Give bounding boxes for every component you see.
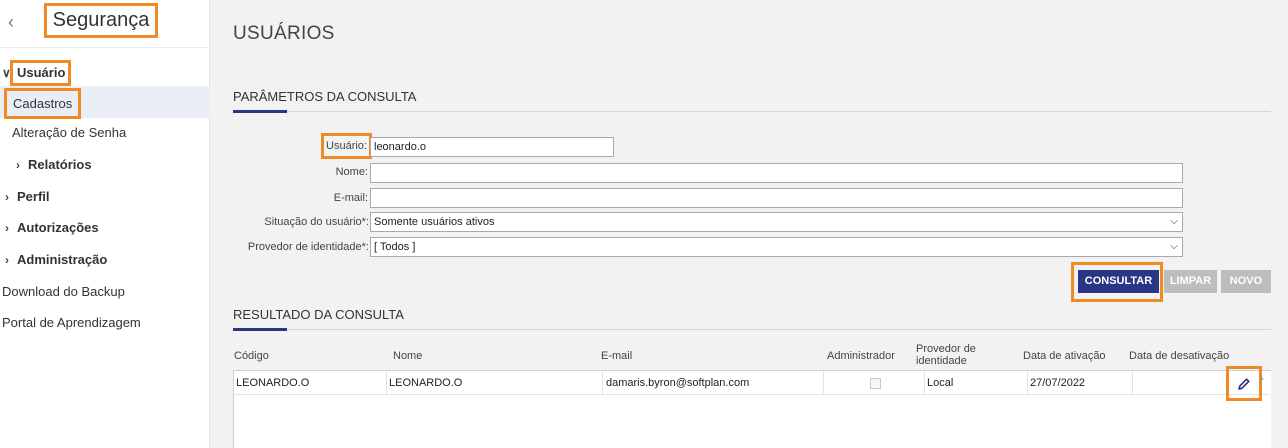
sidebar-item-usuario[interactable]: ∨ Usuário xyxy=(2,60,72,86)
provedor-value: [ Todos ] xyxy=(374,241,416,253)
sidebar-item-label: Perfil xyxy=(17,189,50,204)
cell-data-ativacao: 27/07/2022 xyxy=(1030,377,1086,389)
cell-email: damaris.byron@softplan.com xyxy=(606,377,750,389)
situacao-select[interactable]: Somente usuários ativos ⌵ xyxy=(370,212,1183,232)
limpar-button[interactable]: LIMPAR xyxy=(1164,270,1217,293)
sidebar-item-label: Autorizações xyxy=(17,220,99,235)
edit-button[interactable] xyxy=(1226,366,1262,401)
situacao-value: Somente usuários ativos xyxy=(374,216,495,228)
cell-nome: LEONARDO.O xyxy=(389,377,463,389)
chevron-right-icon: › xyxy=(5,253,9,267)
administrador-checkbox[interactable] xyxy=(870,378,881,389)
scroll-up-icon[interactable]: ▴ xyxy=(1259,372,1264,383)
header-data-ativacao[interactable]: Data de ativação xyxy=(1023,350,1106,362)
email-input[interactable] xyxy=(370,188,1183,208)
pencil-icon xyxy=(1238,378,1250,390)
sidebar-header: ‹ Segurança xyxy=(0,0,210,48)
sidebar-item-download-backup[interactable]: Download do Backup xyxy=(2,283,125,301)
usuario-input[interactable]: leonardo.o xyxy=(370,137,614,157)
chevron-right-icon: › xyxy=(16,158,20,172)
results-section-title: RESULTADO DA CONSULTA xyxy=(233,307,404,322)
sidebar-item-label: Administração xyxy=(17,252,108,267)
sidebar-item-autorizacoes[interactable]: › Autorizações xyxy=(5,219,99,237)
params-section-title: PARÂMETROS DA CONSULTA xyxy=(233,89,417,104)
section-accent xyxy=(233,328,287,331)
header-administrador[interactable]: Administrador xyxy=(827,350,895,362)
header-provedor[interactable]: Provedor de identidade xyxy=(916,343,976,367)
divider xyxy=(823,371,824,395)
sidebar-title: Segurança xyxy=(44,3,158,38)
chevron-down-icon: ⌵ xyxy=(1170,216,1178,227)
novo-button[interactable]: NOVO xyxy=(1221,270,1271,293)
sidebar-item-label: Usuário xyxy=(10,60,72,86)
sidebar-item-cadastros[interactable]: Cadastros xyxy=(4,88,82,119)
header-provedor-line2: identidade xyxy=(916,355,967,367)
sidebar-item-administracao[interactable]: › Administração xyxy=(5,251,107,269)
nome-input[interactable] xyxy=(370,163,1183,183)
sidebar-item-perfil[interactable]: › Perfil xyxy=(5,188,50,206)
sidebar: ‹ Segurança ∨ Usuário Cadastros Alteração… xyxy=(0,0,210,448)
section-accent xyxy=(233,110,287,113)
chevron-down-icon: ⌵ xyxy=(1170,241,1178,252)
sidebar-item-label: Relatórios xyxy=(28,157,92,172)
nome-label: Nome: xyxy=(335,166,368,178)
situacao-label: Situação do usuário*: xyxy=(264,216,369,228)
cell-codigo: LEONARDO.O xyxy=(236,377,310,389)
chevron-right-icon: › xyxy=(5,221,9,235)
cell-provedor: Local xyxy=(927,377,954,389)
cell-data-desativacao xyxy=(1133,371,1135,395)
email-label: E-mail: xyxy=(333,192,368,204)
provedor-label: Provedor de identidade*: xyxy=(247,241,369,253)
results-table-body: LEONARDO.O LEONARDO.O damaris.byron@soft… xyxy=(233,370,1271,448)
usuario-label: Usuário: xyxy=(321,133,372,159)
divider xyxy=(602,371,603,395)
header-email[interactable]: E-mail xyxy=(601,350,632,362)
header-nome[interactable]: Nome xyxy=(393,350,422,362)
table-row[interactable]: LEONARDO.O LEONARDO.O damaris.byron@soft… xyxy=(234,371,1270,395)
chevron-left-icon[interactable]: ‹ xyxy=(8,10,26,34)
sidebar-item-portal-aprendizagem[interactable]: Portal de Aprendizagem xyxy=(2,314,141,332)
sidebar-item-relatorios[interactable]: › Relatórios xyxy=(16,156,92,174)
sidebar-item-alteracao-senha[interactable]: Alteração de Senha xyxy=(12,124,126,142)
provedor-select[interactable]: [ Todos ] ⌵ xyxy=(370,237,1183,257)
chevron-right-icon: › xyxy=(5,190,9,204)
page-title: USUÁRIOS xyxy=(233,23,335,44)
divider xyxy=(233,111,1271,112)
header-data-desativacao[interactable]: Data de desativação xyxy=(1129,350,1229,362)
header-codigo[interactable]: Código xyxy=(234,350,269,362)
divider xyxy=(233,329,1271,330)
consultar-button[interactable]: CONSULTAR xyxy=(1078,270,1159,293)
header-provedor-line1: Provedor de xyxy=(916,343,976,355)
